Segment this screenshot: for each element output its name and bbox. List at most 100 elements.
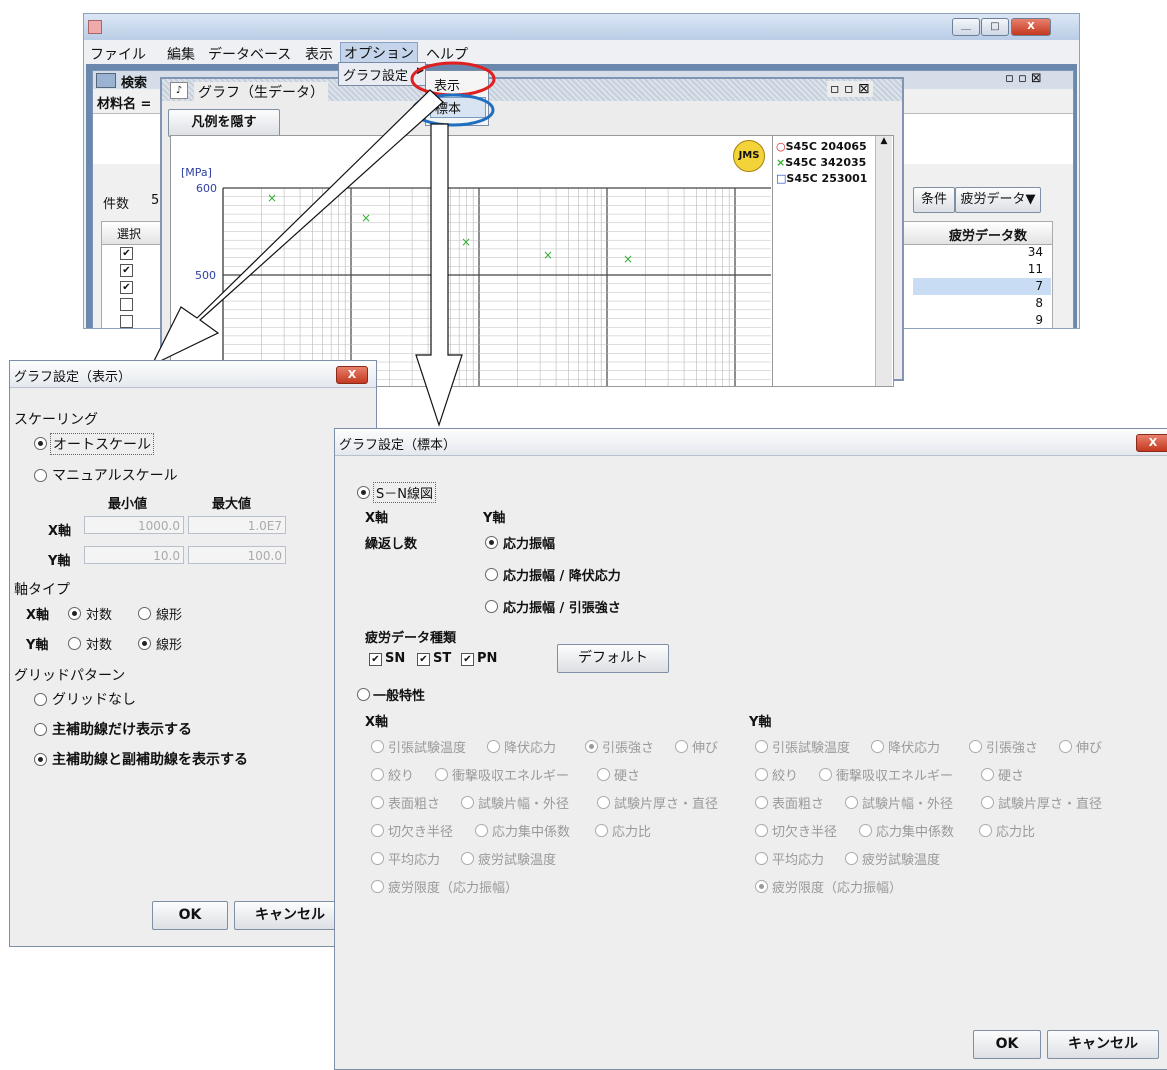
y-log-radio[interactable] <box>68 637 81 650</box>
y-property-radio[interactable] <box>819 768 832 781</box>
st-checkbox[interactable]: ✔ <box>417 653 430 666</box>
y-property-label[interactable]: 切欠き半径 <box>772 821 837 840</box>
y-property-label[interactable]: 疲労限度（応力振幅） <box>772 877 902 896</box>
y-property-label[interactable]: 降伏応力 <box>888 737 940 756</box>
x-property-radio[interactable] <box>585 740 598 753</box>
y-property-radio[interactable] <box>845 796 858 809</box>
general-label[interactable]: 一般特性 <box>373 685 425 704</box>
dialog2-ok-button[interactable]: OK <box>973 1030 1041 1059</box>
x-property-label[interactable]: 絞り <box>388 765 414 784</box>
st-check-label[interactable]: ST <box>433 651 451 666</box>
y-max-field[interactable]: 100.0 <box>188 546 286 564</box>
x-linear-radio[interactable] <box>138 607 151 620</box>
y-property-label[interactable]: 平均応力 <box>772 849 824 868</box>
sn-diagram-label[interactable]: S－N線図 <box>373 482 436 503</box>
stress-yield-label[interactable]: 応力振幅 / 降伏応力 <box>503 565 621 584</box>
grid-major-label[interactable]: 主補助線だけ表示する <box>52 719 192 739</box>
x-property-label[interactable]: 切欠き半径 <box>388 821 453 840</box>
x-property-radio[interactable] <box>597 768 610 781</box>
x-property-radio[interactable] <box>371 824 384 837</box>
y-linear-radio[interactable] <box>138 637 151 650</box>
y-property-radio[interactable] <box>981 796 994 809</box>
x-property-label[interactable]: 引張強さ <box>602 737 654 756</box>
x-property-label[interactable]: 引張試験温度 <box>388 737 466 756</box>
y-property-radio[interactable] <box>859 824 872 837</box>
pn-checkbox[interactable]: ✔ <box>461 653 474 666</box>
y-property-radio[interactable] <box>755 796 768 809</box>
y-property-label[interactable]: 絞り <box>772 765 798 784</box>
auto-scale-label[interactable]: オートスケール <box>50 433 154 455</box>
x-property-label[interactable]: 応力集中係数 <box>492 821 570 840</box>
sn-diagram-radio[interactable] <box>357 486 370 499</box>
x-property-radio[interactable] <box>371 880 384 893</box>
dialog1-close-button[interactable]: X <box>336 366 368 384</box>
dialog2-cancel-button[interactable]: キャンセル <box>1047 1030 1159 1059</box>
y-property-radio[interactable] <box>755 824 768 837</box>
y-property-label[interactable]: 表面粗さ <box>772 793 824 812</box>
y-property-radio[interactable] <box>755 740 768 753</box>
x-property-radio[interactable] <box>371 768 384 781</box>
y-property-label[interactable]: 試験片幅・外径 <box>862 793 953 812</box>
x-property-label[interactable]: 応力比 <box>612 821 651 840</box>
dialog1-ok-button[interactable]: OK <box>152 901 228 930</box>
manual-scale-radio[interactable] <box>34 469 47 482</box>
grid-major-radio[interactable] <box>34 723 47 736</box>
y-property-radio[interactable] <box>871 740 884 753</box>
y-property-label[interactable]: 伸び <box>1076 737 1102 756</box>
default-button[interactable]: デフォルト <box>557 644 669 673</box>
stress-amplitude-label[interactable]: 応力振幅 <box>503 533 555 552</box>
y-property-radio[interactable] <box>755 768 768 781</box>
x-property-radio[interactable] <box>475 824 488 837</box>
grid-both-label[interactable]: 主補助線と副補助線を表示する <box>52 749 248 769</box>
x-property-radio[interactable] <box>487 740 500 753</box>
x-property-label[interactable]: 疲労限度（応力振幅） <box>388 877 518 896</box>
dialog1-cancel-button[interactable]: キャンセル <box>234 901 346 930</box>
x-property-label[interactable]: 平均応力 <box>388 849 440 868</box>
x-max-field[interactable]: 1.0E7 <box>188 516 286 534</box>
y-property-radio[interactable] <box>755 852 768 865</box>
stress-yield-radio[interactable] <box>485 568 498 581</box>
y-property-label[interactable]: 硬さ <box>998 765 1024 784</box>
grid-both-radio[interactable] <box>34 753 47 766</box>
sn-checkbox[interactable]: ✔ <box>369 653 382 666</box>
y-property-radio[interactable] <box>979 824 992 837</box>
y-property-label[interactable]: 引張試験温度 <box>772 737 850 756</box>
y-property-radio[interactable] <box>845 852 858 865</box>
manual-scale-label[interactable]: マニュアルスケール <box>52 465 178 485</box>
x-log-label[interactable]: 対数 <box>86 604 112 623</box>
y-property-label[interactable]: 応力比 <box>996 821 1035 840</box>
y-min-field[interactable]: 10.0 <box>84 546 184 564</box>
x-property-radio[interactable] <box>461 796 474 809</box>
x-property-radio[interactable] <box>461 852 474 865</box>
grid-none-radio[interactable] <box>34 693 47 706</box>
y-property-radio[interactable] <box>981 768 994 781</box>
x-property-radio[interactable] <box>675 740 688 753</box>
x-property-radio[interactable] <box>371 740 384 753</box>
y-property-label[interactable]: 応力集中係数 <box>876 821 954 840</box>
y-property-label[interactable]: 引張強さ <box>986 737 1038 756</box>
x-property-radio[interactable] <box>595 824 608 837</box>
y-property-label[interactable]: 衝撃吸収エネルギー <box>836 765 953 784</box>
x-property-label[interactable]: 伸び <box>692 737 718 756</box>
stress-tensile-label[interactable]: 応力振幅 / 引張強さ <box>503 597 621 616</box>
pn-check-label[interactable]: PN <box>477 651 497 666</box>
x-property-label[interactable]: 硬さ <box>614 765 640 784</box>
x-log-radio[interactable] <box>68 607 81 620</box>
auto-scale-radio[interactable] <box>34 437 47 450</box>
x-min-field[interactable]: 1000.0 <box>84 516 184 534</box>
general-radio[interactable] <box>357 688 370 701</box>
y-log-label[interactable]: 対数 <box>86 634 112 653</box>
sn-check-label[interactable]: SN <box>385 651 405 666</box>
x-linear-label[interactable]: 線形 <box>156 604 182 623</box>
y-property-radio[interactable] <box>755 880 768 893</box>
x-property-label[interactable]: 表面粗さ <box>388 793 440 812</box>
y-linear-label[interactable]: 線形 <box>156 634 182 653</box>
x-property-label[interactable]: 試験片幅・外径 <box>478 793 569 812</box>
y-property-radio[interactable] <box>1059 740 1072 753</box>
x-property-radio[interactable] <box>371 852 384 865</box>
x-property-radio[interactable] <box>371 796 384 809</box>
x-property-radio[interactable] <box>435 768 448 781</box>
stress-amplitude-radio[interactable] <box>485 536 498 549</box>
x-property-radio[interactable] <box>597 796 610 809</box>
dialog2-close-button[interactable]: X <box>1136 434 1167 452</box>
